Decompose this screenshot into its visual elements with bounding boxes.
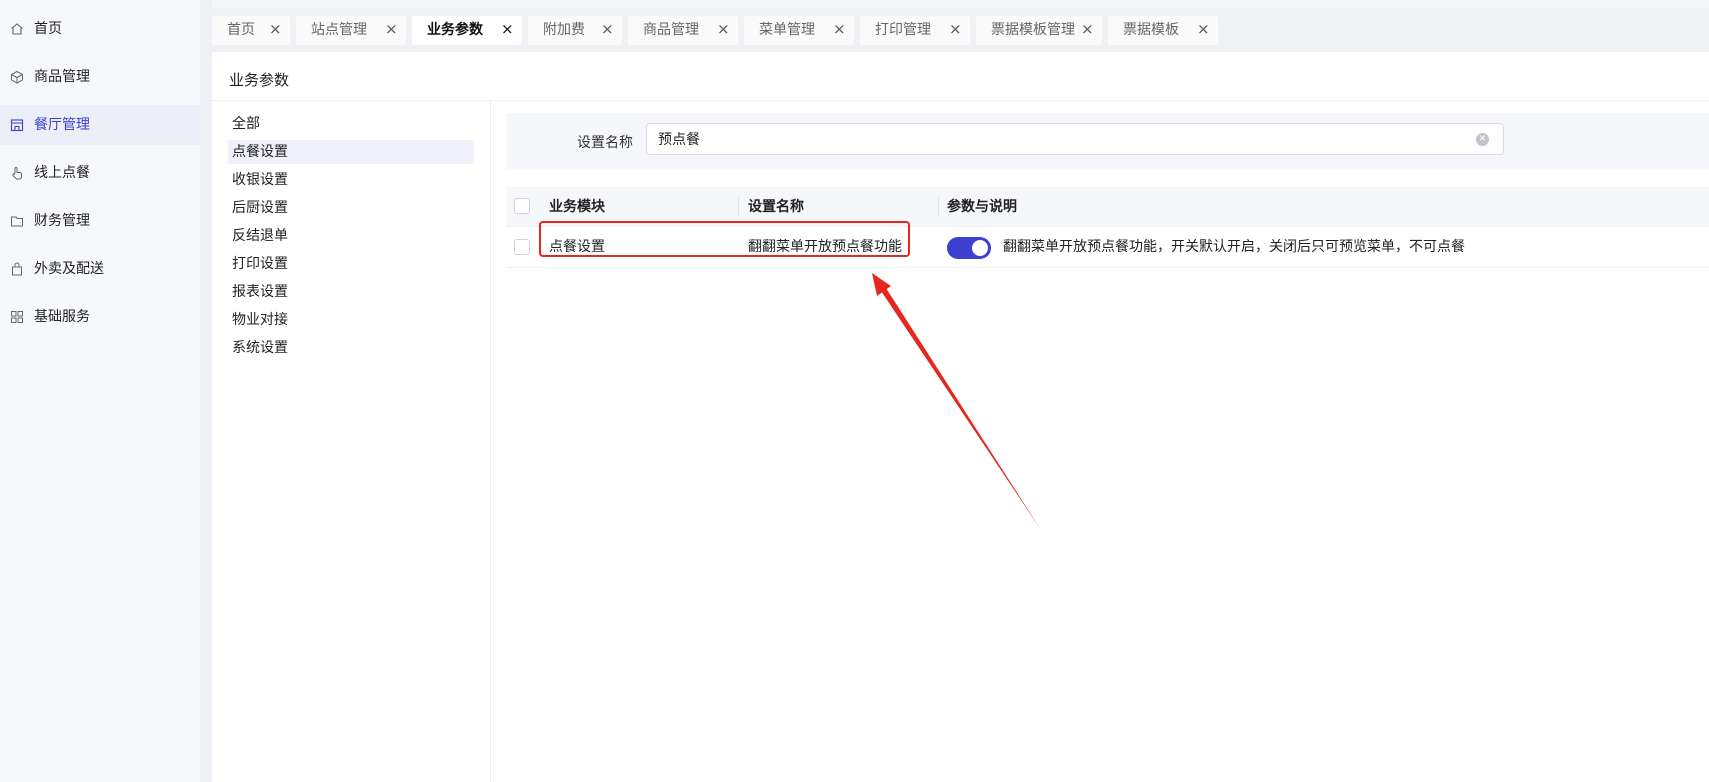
sidebar-item-basic-services[interactable]: 基础服务 — [0, 297, 200, 337]
category-all[interactable]: 全部 — [228, 112, 474, 136]
tab-surcharge[interactable]: 附加费 × — [528, 16, 622, 45]
column-header-name: 设置名称 — [748, 199, 804, 215]
category-label: 收银设置 — [232, 172, 288, 188]
column-header-module: 业务模块 — [549, 199, 605, 215]
toggle-knob — [972, 240, 988, 256]
category-refund[interactable]: 反结退单 — [228, 224, 474, 248]
filter-bar: 设置名称 ✕ — [507, 113, 1709, 169]
tab-label: 商品管理 — [643, 22, 699, 38]
close-icon[interactable]: × — [601, 21, 614, 38]
sidebar-item-online-order[interactable]: 线上点餐 — [0, 153, 200, 193]
tab-home[interactable]: 首页 × — [212, 16, 290, 45]
category-label: 后厨设置 — [232, 200, 288, 216]
category-ordering-settings[interactable]: 点餐设置 — [228, 140, 474, 164]
tab-site-management[interactable]: 站点管理 × — [296, 16, 406, 45]
sidebar-item-label: 基础服务 — [34, 309, 90, 325]
store-icon — [10, 119, 24, 132]
clear-icon[interactable]: ✕ — [1476, 133, 1489, 146]
grid-icon — [11, 311, 23, 323]
category-property-integration[interactable]: 物业对接 — [228, 308, 474, 332]
sidebar-item-finance[interactable]: 财务管理 — [0, 201, 200, 241]
app-window: 首页 商品管理 餐厅管理 线上点餐 财务管理 外卖及配送 基础服务 首页 × 站… — [0, 0, 1709, 782]
category-label: 全部 — [232, 116, 260, 132]
page-title: 业务参数 — [229, 71, 290, 89]
row-checkbox[interactable] — [514, 239, 530, 255]
category-label: 报表设置 — [232, 284, 288, 300]
tab-label: 业务参数 — [427, 22, 483, 38]
sidebar-item-label: 外卖及配送 — [34, 261, 104, 277]
category-label: 反结退单 — [232, 228, 288, 244]
sidebar-item-label: 首页 — [34, 21, 62, 37]
sidebar-item-delivery[interactable]: 外卖及配送 — [0, 249, 200, 289]
tab-print-management[interactable]: 打印管理 × — [860, 16, 970, 45]
divider — [490, 101, 491, 782]
setting-name-input[interactable] — [646, 123, 1504, 155]
close-icon[interactable]: × — [833, 21, 846, 38]
cell-description: 翻翻菜单开放预点餐功能，开关默认开启，关闭后只可预览菜单，不可点餐 — [1003, 239, 1465, 255]
main-panel: 业务参数 全部 点餐设置 收银设置 后厨设置 反结退单 打印设置 报表设置 物业… — [212, 52, 1709, 782]
tab-business-params[interactable]: 业务参数 × — [412, 16, 522, 45]
annotation-highlight-box — [539, 221, 910, 257]
sidebar-item-label: 餐厅管理 — [34, 117, 90, 133]
category-label: 打印设置 — [232, 256, 288, 272]
close-icon[interactable]: × — [949, 21, 962, 38]
wallet-icon — [11, 216, 23, 227]
tab-label: 首页 — [227, 22, 255, 38]
sidebar-item-products[interactable]: 商品管理 — [0, 57, 200, 97]
tab-receipt-template-management[interactable]: 票据模板管理 × — [976, 16, 1102, 45]
divider — [212, 100, 1709, 101]
tab-label: 票据模板管理 — [991, 22, 1075, 38]
sidebar-item-restaurant[interactable]: 餐厅管理 — [0, 105, 200, 145]
column-header-desc: 参数与说明 — [947, 199, 1017, 215]
sidebar-item-home[interactable]: 首页 — [0, 9, 200, 49]
close-icon[interactable]: × — [385, 21, 398, 38]
category-label: 物业对接 — [232, 312, 288, 328]
sidebar-divider — [200, 0, 212, 782]
close-icon[interactable]: × — [717, 21, 730, 38]
cube-icon — [11, 70, 23, 84]
tab-label: 打印管理 — [875, 22, 931, 38]
sidebar: 首页 商品管理 餐厅管理 线上点餐 财务管理 外卖及配送 基础服务 — [0, 0, 200, 782]
close-icon[interactable]: × — [1197, 21, 1210, 38]
hand-pointer-icon — [12, 167, 22, 180]
category-kitchen-settings[interactable]: 后厨设置 — [228, 196, 474, 220]
tab-label: 附加费 — [543, 22, 585, 38]
category-print-settings[interactable]: 打印设置 — [228, 252, 474, 276]
tab-label: 票据模板 — [1123, 22, 1179, 38]
category-system-settings[interactable]: 系统设置 — [228, 336, 474, 360]
sidebar-item-label: 财务管理 — [34, 213, 90, 229]
tab-menu-management[interactable]: 菜单管理 × — [744, 16, 854, 45]
select-all-checkbox[interactable] — [514, 198, 530, 214]
tab-product-management[interactable]: 商品管理 × — [628, 16, 738, 45]
category-label: 点餐设置 — [232, 144, 288, 160]
bag-icon — [12, 262, 22, 276]
category-report-settings[interactable]: 报表设置 — [228, 280, 474, 304]
enable-toggle[interactable] — [947, 237, 991, 259]
tab-label: 站点管理 — [311, 22, 367, 38]
column-divider — [938, 197, 939, 217]
tab-label: 菜单管理 — [759, 22, 815, 38]
sidebar-item-label: 线上点餐 — [34, 165, 90, 181]
tab-receipt-template[interactable]: 票据模板 × — [1108, 16, 1218, 45]
close-icon[interactable]: × — [501, 21, 514, 38]
category-label: 系统设置 — [232, 340, 288, 356]
sidebar-item-label: 商品管理 — [34, 69, 90, 85]
column-divider — [738, 197, 739, 217]
home-icon — [11, 23, 23, 35]
tab-bar: 首页 × 站点管理 × 业务参数 × 附加费 × 商品管理 × 菜单管理 × 打… — [212, 8, 1709, 52]
filter-label: 设置名称 — [577, 135, 633, 151]
category-cashier-settings[interactable]: 收银设置 — [228, 168, 474, 192]
close-icon[interactable]: × — [269, 21, 282, 38]
close-icon[interactable]: × — [1081, 21, 1094, 38]
